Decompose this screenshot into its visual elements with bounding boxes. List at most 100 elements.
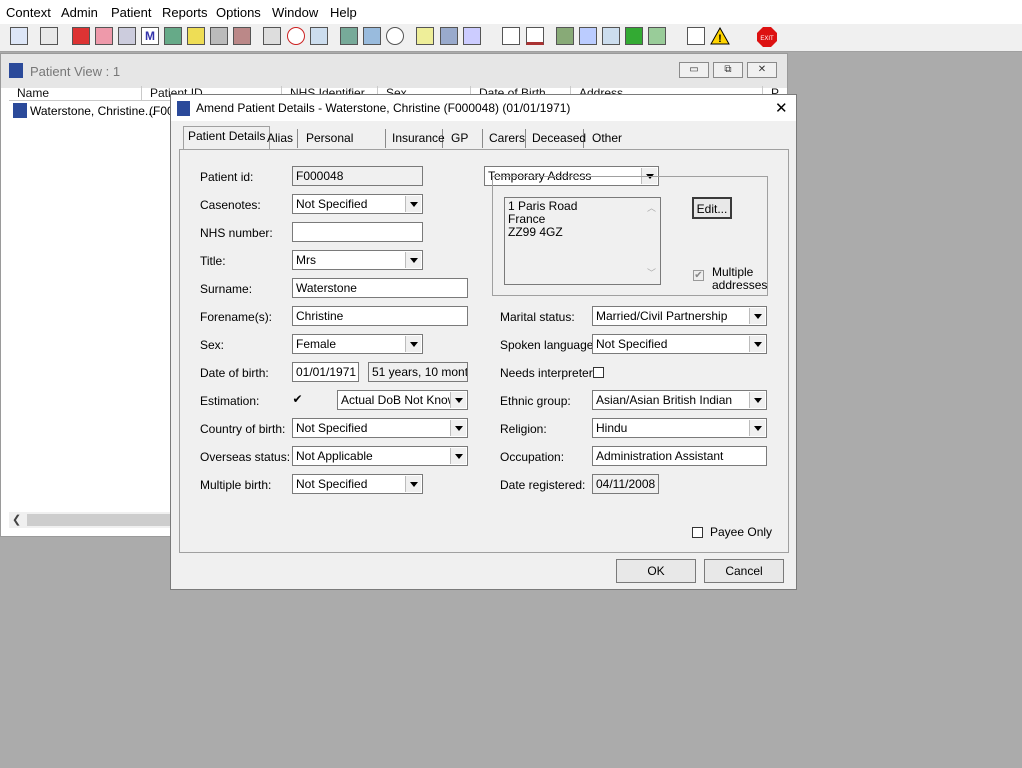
address-line-3: ZZ99 4GZ [508, 225, 563, 239]
estimation-checkbox[interactable]: ✔ [292, 393, 303, 406]
surname-field[interactable]: Waterstone [292, 278, 468, 298]
forenames-field[interactable]: Christine [292, 306, 468, 326]
marital-status-select[interactable]: Married/Civil Partnership [592, 306, 767, 326]
tab-other[interactable]: Other [588, 129, 625, 148]
multiple-birth-select[interactable]: Not Specified [292, 474, 423, 494]
globe-icon[interactable] [556, 27, 574, 45]
exit-label: EXIT [760, 36, 774, 42]
menu-options[interactable]: Options [216, 5, 261, 20]
scrollbar-thumb[interactable] [27, 514, 171, 526]
spoken-value: Not Specified [596, 337, 668, 351]
chevron-down-icon[interactable] [405, 196, 421, 212]
column-header-name[interactable]: Name [9, 86, 142, 100]
menu-help[interactable]: Help [330, 5, 357, 20]
notes-icon[interactable] [95, 27, 113, 45]
tab-alias[interactable]: Alias [263, 129, 298, 148]
chevron-down-icon[interactable] [405, 252, 421, 268]
ok-button[interactable]: OK [616, 559, 696, 583]
overseas-status-select[interactable]: Not Applicable [292, 446, 468, 466]
estimation-select[interactable]: Actual DoB Not Known [337, 390, 468, 410]
chevron-down-icon[interactable] [450, 448, 466, 464]
multiple-birth-value: Not Specified [296, 477, 368, 491]
multiple-addresses-label: Multiple addresses [712, 265, 768, 292]
dialog-titlebar: Amend Patient Details - Waterstone, Chri… [171, 95, 796, 121]
staff-icon[interactable] [463, 27, 481, 45]
casenotes-select[interactable]: Not Specified [292, 194, 423, 214]
form-icon[interactable] [579, 27, 597, 45]
payee-only-checkbox[interactable] [692, 527, 703, 538]
printer-icon[interactable] [40, 27, 58, 45]
patient-icon[interactable] [10, 27, 28, 45]
cancel-button[interactable]: Cancel [704, 559, 784, 583]
scroll-up-icon[interactable]: ︿ [647, 202, 656, 215]
title-select[interactable]: Mrs [292, 250, 423, 270]
menu-window[interactable]: Window [272, 5, 318, 20]
close-button[interactable]: ✕ [747, 62, 777, 78]
menu-reports[interactable]: Reports [162, 5, 208, 20]
compass-icon[interactable] [386, 27, 404, 45]
tab-deceased[interactable]: Deceased [528, 129, 586, 148]
dob-field[interactable]: 01/01/1971 [292, 362, 359, 382]
svg-text:!: ! [718, 33, 722, 45]
referral-icon[interactable] [210, 27, 228, 45]
sex-value: Female [296, 337, 337, 351]
monitor-icon[interactable] [310, 27, 328, 45]
date-registered-label: Date registered: [500, 478, 586, 492]
ethnic-group-select[interactable]: Asian/Asian British Indian [592, 390, 767, 410]
tab-gp[interactable]: GP [447, 129, 483, 148]
tab-personal-carers[interactable]: Personal Carers [302, 129, 386, 164]
religion-select[interactable]: Hindu [592, 418, 767, 438]
chevron-down-icon[interactable] [450, 420, 466, 436]
menu-patient[interactable]: Patient [111, 5, 151, 20]
marital-status-label: Marital status: [500, 310, 575, 324]
book-icon[interactable] [72, 27, 90, 45]
chevron-down-icon[interactable] [749, 420, 765, 436]
chevron-down-icon[interactable] [450, 392, 466, 408]
m-icon[interactable]: M [141, 27, 159, 45]
transfer-icon[interactable] [233, 27, 251, 45]
clock-icon[interactable] [287, 27, 305, 45]
edit-address-button[interactable]: Edit... [692, 197, 732, 219]
occupation-field[interactable]: Administration Assistant [592, 446, 767, 466]
exit-icon[interactable]: EXIT [757, 27, 777, 47]
swap-icon[interactable] [687, 27, 705, 45]
horizontal-scrollbar[interactable]: ❮ [9, 512, 171, 528]
tab-carers[interactable]: Carers [485, 129, 526, 148]
refresh-icon[interactable] [648, 27, 666, 45]
menu-admin[interactable]: Admin [61, 5, 98, 20]
chart-icon[interactable] [340, 27, 358, 45]
warning-icon[interactable]: ! [710, 27, 730, 45]
patient-view-titlebar: Patient View : 1 ▭ ⧉ ✕ [1, 54, 787, 88]
bar-chart-icon[interactable] [526, 27, 544, 45]
edit-icon[interactable] [187, 27, 205, 45]
list-icon[interactable] [416, 27, 434, 45]
card-icon[interactable] [363, 27, 381, 45]
document-icon[interactable] [118, 27, 136, 45]
sex-select[interactable]: Female [292, 334, 423, 354]
chevron-down-icon[interactable] [749, 308, 765, 324]
row-name: Waterstone, Christine... [30, 104, 155, 118]
chevron-down-icon[interactable] [405, 476, 421, 492]
chevron-down-icon[interactable] [749, 336, 765, 352]
scroll-down-icon[interactable]: ﹀ [647, 267, 656, 280]
tab-patient-details[interactable]: Patient Details [183, 126, 271, 149]
country-of-birth-select[interactable]: Not Specified [292, 418, 468, 438]
scroll-left-icon[interactable]: ❮ [12, 513, 21, 526]
chevron-down-icon[interactable] [749, 392, 765, 408]
search-icon[interactable] [263, 27, 281, 45]
menu-context[interactable]: Context [6, 5, 51, 20]
person-icon[interactable] [164, 27, 182, 45]
tab-insurance[interactable]: Insurance [388, 129, 445, 148]
chevron-down-icon[interactable] [405, 336, 421, 352]
page-icon[interactable] [502, 27, 520, 45]
spoken-language-select[interactable]: Not Specified [592, 334, 767, 354]
restore-button[interactable]: ⧉ [713, 62, 743, 78]
nhs-number-field[interactable] [292, 222, 423, 242]
checklist-icon[interactable] [602, 27, 620, 45]
minimize-button[interactable]: ▭ [679, 62, 709, 78]
ambulance-icon[interactable] [440, 27, 458, 45]
sync-icon[interactable] [625, 27, 643, 45]
occupation-label: Occupation: [500, 450, 565, 464]
needs-interpreter-checkbox[interactable] [593, 367, 604, 378]
close-icon[interactable]: ✕ [775, 99, 788, 117]
